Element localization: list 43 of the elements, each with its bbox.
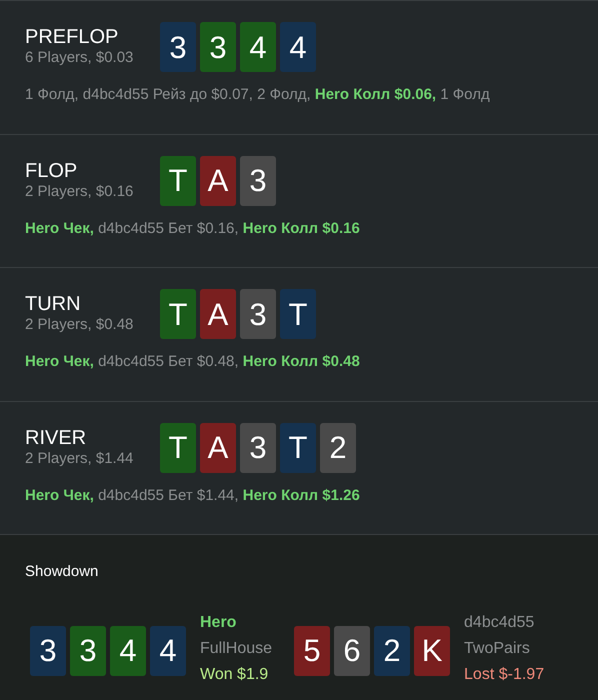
street-info: 6 Players, $0.03 xyxy=(25,49,134,67)
playing-card: 3 xyxy=(240,156,276,206)
hand-rank: FullHouse xyxy=(200,638,272,658)
playing-card: 4 xyxy=(150,626,186,676)
street-name: FLOP xyxy=(25,158,78,182)
street-info: 2 Players, $1.44 xyxy=(25,450,134,468)
action-line: 1 Фолд, d4bc4d55 Рейз до $0.07, 2 Фолд, Hero Колл $0.06, 1 Фолд xyxy=(25,85,491,105)
player-name: d4bc4d55 xyxy=(464,612,536,632)
playing-card: 4 xyxy=(240,22,276,72)
street-info: 2 Players, $0.16 xyxy=(25,182,134,200)
playing-card: 3 xyxy=(30,626,66,676)
playing-card: A xyxy=(200,289,236,339)
playing-card: 5 xyxy=(294,626,330,676)
showdown-title: Showdown xyxy=(25,562,100,582)
action-line: Hero Чек, d4bc4d55 Бет $0.48, Hero Колл $0.48 xyxy=(25,352,361,372)
playing-card: T xyxy=(160,422,196,472)
playing-card: T xyxy=(280,289,316,339)
playing-card: A xyxy=(200,156,236,206)
action-line: Hero Чек, d4bc4d55 Бет $1.44, Hero Колл $1.26 xyxy=(25,486,361,506)
playing-card: 4 xyxy=(280,22,316,72)
street-name: PREFLOP xyxy=(25,25,120,49)
action-line: Hero Чек, d4bc4d55 Бет $0.16, Hero Колл $0.16 xyxy=(25,218,361,238)
result: Lost $-1.97 xyxy=(464,664,544,684)
playing-card: 3 xyxy=(160,22,196,72)
hand-rank: TwoPairs xyxy=(464,638,531,658)
playing-card: A xyxy=(200,422,236,472)
playing-card: 3 xyxy=(200,22,236,72)
playing-card: T xyxy=(160,156,196,206)
playing-card: 3 xyxy=(70,626,106,676)
playing-card: 6 xyxy=(334,626,370,676)
playing-card: 2 xyxy=(320,422,356,472)
playing-card: K xyxy=(414,626,450,676)
playing-card: 3 xyxy=(240,289,276,339)
street-info: 2 Players, $0.48 xyxy=(25,316,134,334)
street-name: RIVER xyxy=(25,426,88,450)
result: Won $1.9 xyxy=(200,664,270,684)
playing-card: 4 xyxy=(110,626,146,676)
playing-card: 2 xyxy=(374,626,410,676)
playing-card: T xyxy=(160,289,196,339)
player-name: Hero xyxy=(200,612,238,632)
playing-card: 3 xyxy=(240,422,276,472)
playing-card: T xyxy=(280,422,316,472)
street-name: TURN xyxy=(25,292,82,316)
